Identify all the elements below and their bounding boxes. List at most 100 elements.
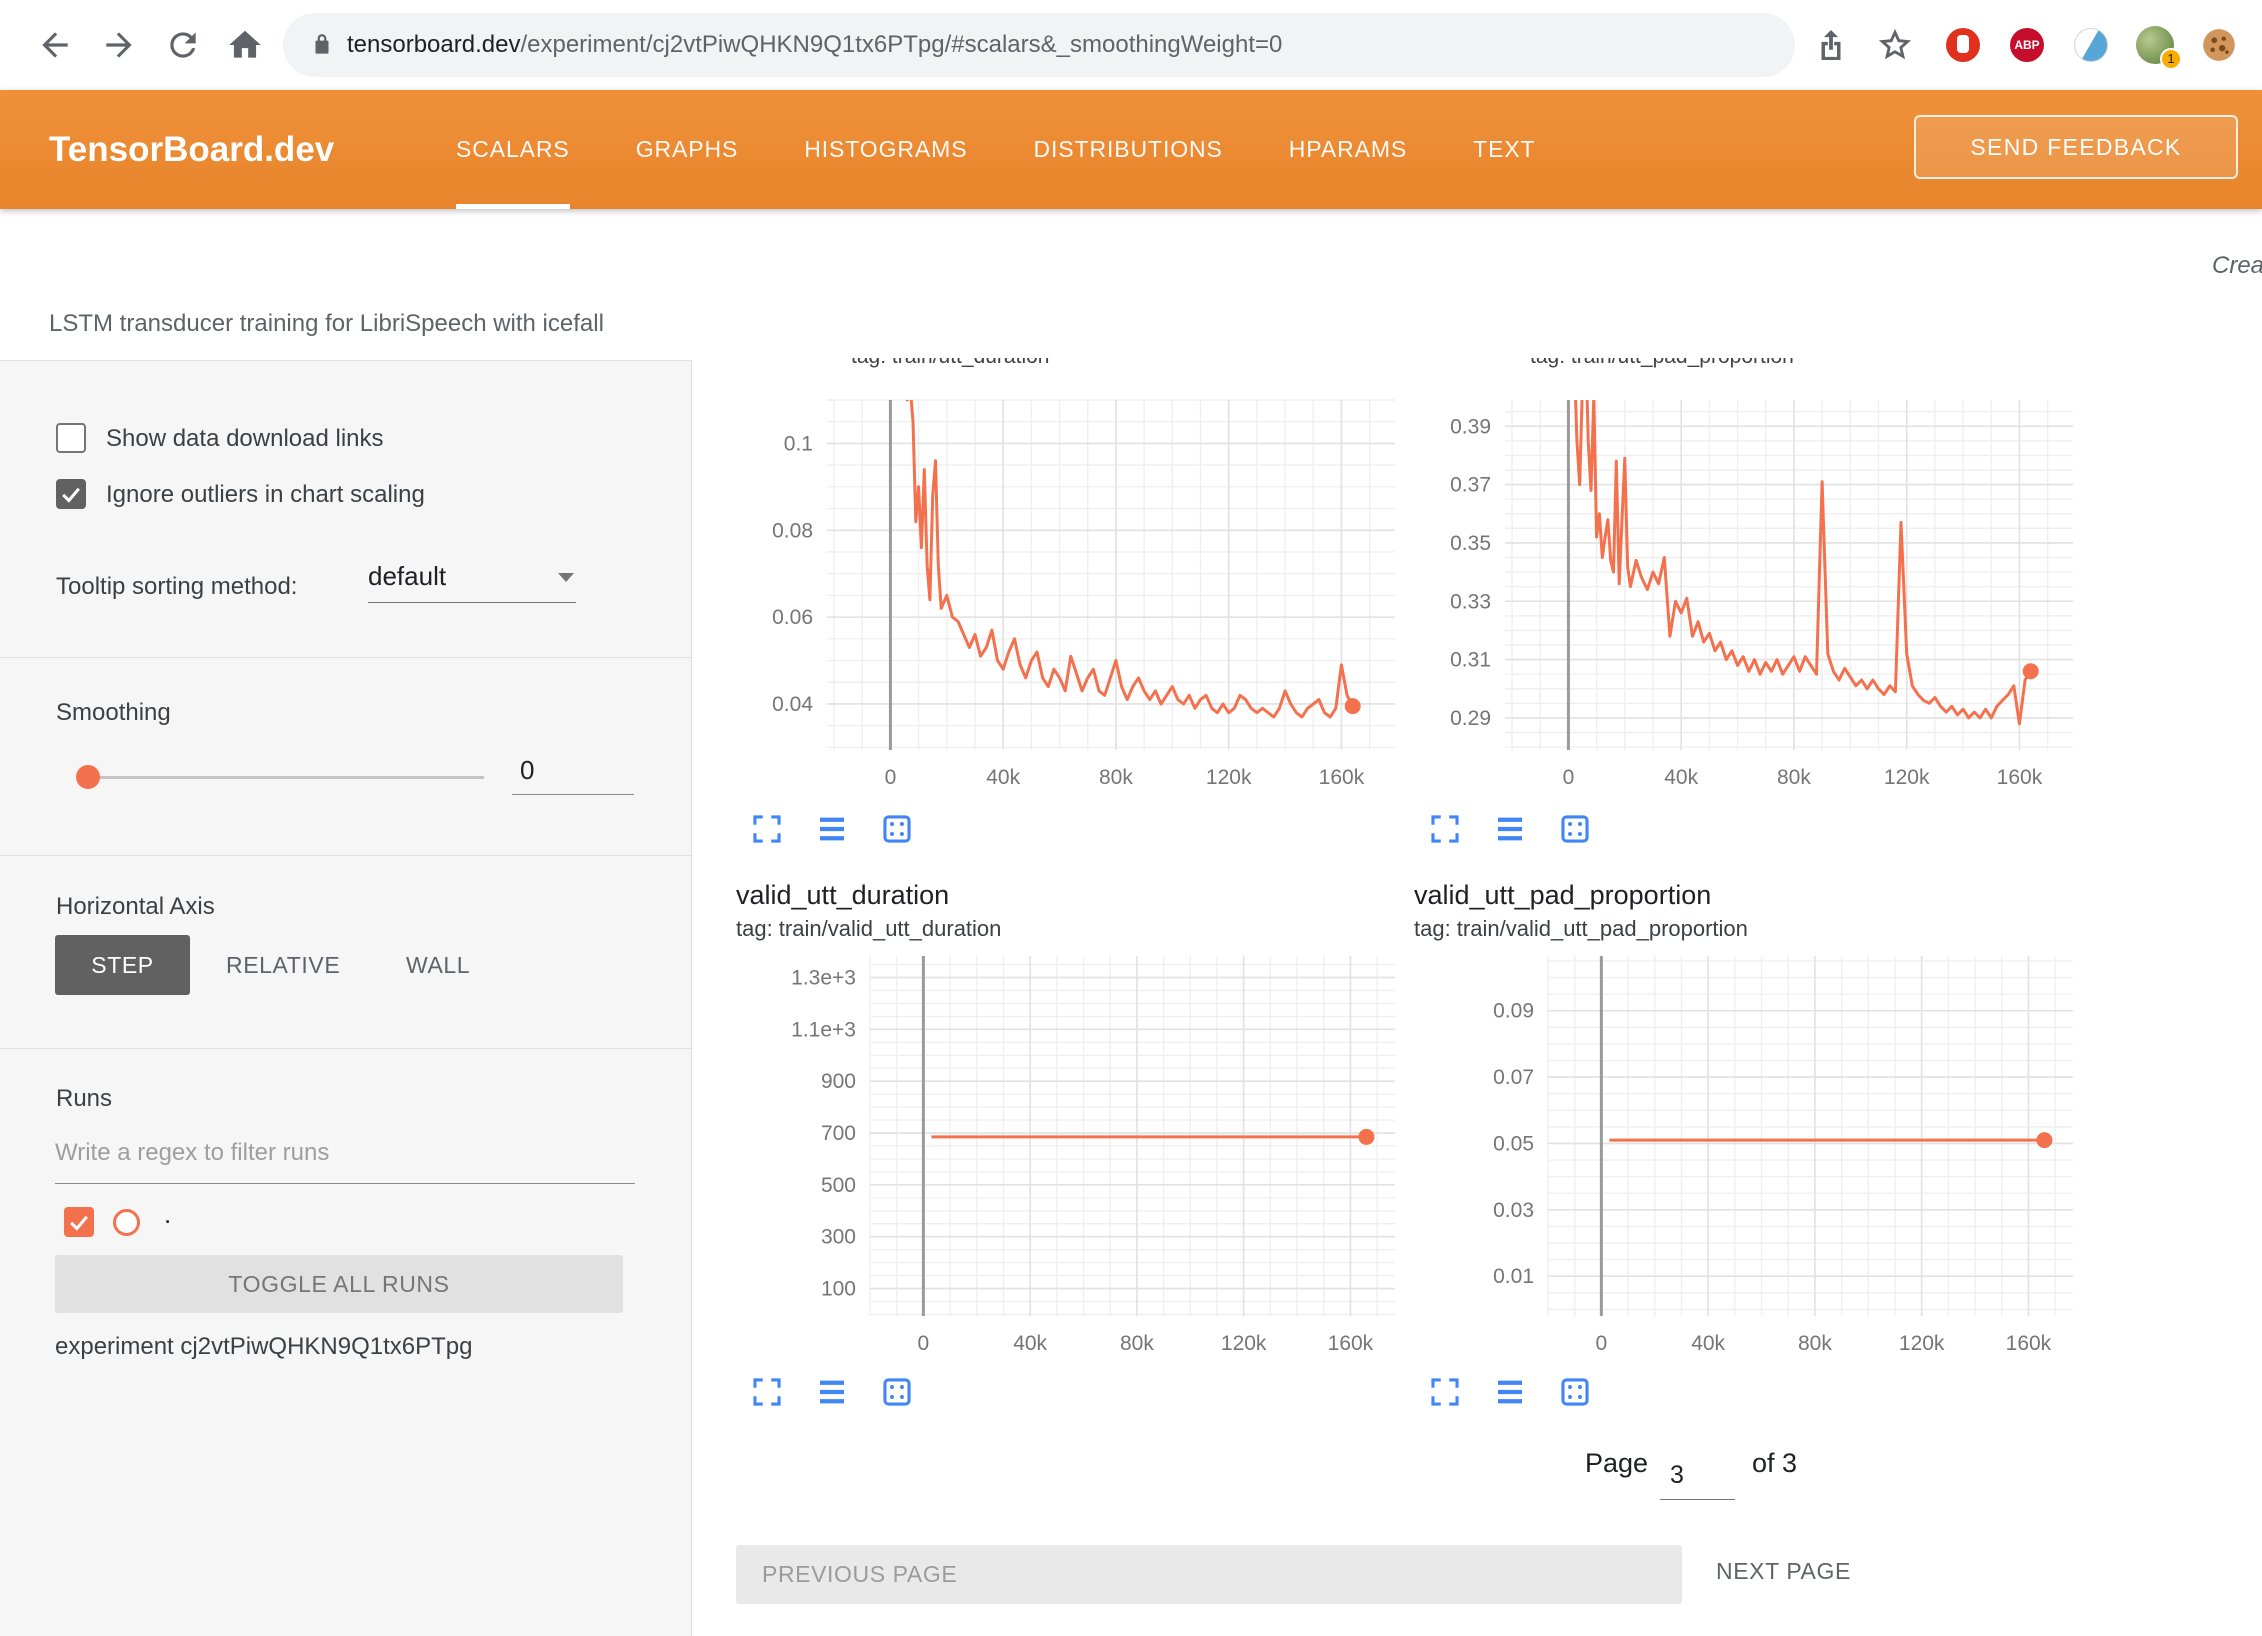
url-path: /experiment/cj2vtPiwQHKN9Q1tx6PTpg/#scal… <box>520 31 1282 58</box>
svg-text:0: 0 <box>885 766 897 789</box>
data-table-icon[interactable] <box>1493 1375 1527 1409</box>
chart-tag-cutoff: tag: train/utt_pad_proportion <box>1530 358 1870 372</box>
data-table-icon[interactable] <box>815 1375 849 1409</box>
svg-text:160k: 160k <box>1997 766 2043 789</box>
svg-text:80k: 80k <box>1099 766 1133 789</box>
page-label: Page <box>1585 1448 1648 1479</box>
expand-chart-icon[interactable] <box>750 1375 784 1409</box>
fit-domain-icon[interactable] <box>1558 812 1592 846</box>
data-table-icon[interactable] <box>815 812 849 846</box>
toggle-all-runs-button[interactable]: TOGGLE ALL RUNS <box>55 1255 623 1313</box>
chart-title: valid_utt_duration <box>736 880 949 911</box>
data-table-icon[interactable] <box>1493 812 1527 846</box>
tab-graphs[interactable]: GRAPHS <box>636 90 739 209</box>
svg-text:0: 0 <box>1563 766 1575 789</box>
svg-text:160k: 160k <box>1328 1332 1374 1355</box>
tensorboard-logo[interactable]: TensorBoard.dev <box>49 90 334 209</box>
smoothing-slider-track[interactable] <box>84 776 484 779</box>
chart-plot-utt-pad-proportion[interactable]: 040k80k120k160k0.290.310.330.350.370.39 <box>1405 372 2095 797</box>
svg-text:80k: 80k <box>1798 1332 1832 1355</box>
reload-icon[interactable] <box>164 26 202 64</box>
expand-chart-icon[interactable] <box>1428 1375 1462 1409</box>
svg-text:1.1e+3: 1.1e+3 <box>791 1018 856 1041</box>
svg-text:120k: 120k <box>1206 766 1252 789</box>
svg-text:160k: 160k <box>1319 766 1365 789</box>
smoothing-value-input[interactable] <box>512 747 634 795</box>
axis-step-button[interactable]: STEP <box>55 935 190 995</box>
svg-text:0: 0 <box>918 1332 930 1355</box>
tab-distributions[interactable]: DISTRIBUTIONS <box>1033 90 1222 209</box>
share-icon[interactable] <box>1812 26 1850 64</box>
expand-chart-icon[interactable] <box>750 812 784 846</box>
top-nav-tabs: SCALARS GRAPHS HISTOGRAMS DISTRIBUTIONS … <box>456 90 1536 209</box>
runs-filter-input[interactable] <box>55 1123 635 1184</box>
tooltip-sorting-dropdown[interactable]: default <box>368 561 576 603</box>
smoothing-slider-thumb[interactable] <box>76 765 100 789</box>
forward-icon[interactable] <box>100 26 138 64</box>
experiment-id-caption: experiment cj2vtPiwQHKN9Q1tx6PTpg <box>55 1333 473 1361</box>
tab-scalars[interactable]: SCALARS <box>456 90 570 209</box>
tooltip-sorting-label: Tooltip sorting method: <box>56 573 297 601</box>
bookmark-star-icon[interactable] <box>1876 26 1914 64</box>
url-domain: tensorboard.dev <box>347 31 520 58</box>
svg-text:700: 700 <box>821 1122 856 1145</box>
send-feedback-button[interactable]: SEND FEEDBACK <box>1914 115 2238 179</box>
ignore-outliers-checkbox[interactable] <box>56 479 86 509</box>
svg-text:0.35: 0.35 <box>1450 532 1491 555</box>
svg-text:40k: 40k <box>1691 1332 1725 1355</box>
chart-title: valid_utt_pad_proportion <box>1414 880 1711 911</box>
svg-text:120k: 120k <box>1221 1332 1267 1355</box>
axis-relative-button[interactable]: RELATIVE <box>212 935 354 995</box>
cookie-icon[interactable] <box>2200 26 2238 64</box>
expand-chart-icon[interactable] <box>1428 812 1462 846</box>
profile-avatar[interactable]: 1 <box>2136 26 2174 64</box>
adblock-extension-icon[interactable] <box>1946 28 1980 62</box>
extension-icon[interactable] <box>2074 28 2108 62</box>
runs-label: Runs <box>56 1085 112 1113</box>
svg-text:0.08: 0.08 <box>772 519 813 542</box>
svg-text:80k: 80k <box>1777 766 1811 789</box>
truncated-create-text: Crea <box>2212 252 2262 280</box>
chart-tag-cutoff: tag: train/utt_duration <box>851 358 1191 372</box>
svg-text:80k: 80k <box>1120 1332 1154 1355</box>
tab-text[interactable]: TEXT <box>1473 90 1535 209</box>
tooltip-sorting-value: default <box>368 561 446 591</box>
chart-actions <box>1428 1375 1592 1409</box>
svg-text:100: 100 <box>821 1278 856 1301</box>
svg-text:0.09: 0.09 <box>1493 1000 1534 1023</box>
home-icon[interactable] <box>226 26 264 64</box>
chart-actions <box>1428 812 1592 846</box>
svg-text:0.31: 0.31 <box>1450 649 1491 672</box>
url-text: tensorboard.dev/experiment/cj2vtPiwQHKN9… <box>347 13 1282 77</box>
svg-text:40k: 40k <box>986 766 1020 789</box>
svg-text:40k: 40k <box>1013 1332 1047 1355</box>
svg-text:40k: 40k <box>1664 766 1698 789</box>
chart-plot-valid-utt-duration[interactable]: 040k80k120k160k1003005007009001.1e+31.3e… <box>736 928 1436 1363</box>
page-number-input[interactable] <box>1660 1452 1735 1500</box>
lock-icon <box>309 32 335 58</box>
fit-domain-icon[interactable] <box>1558 1375 1592 1409</box>
chart-plot-valid-utt-pad-proportion[interactable]: 040k80k120k160k0.010.030.050.070.09 <box>1414 928 2114 1363</box>
svg-text:500: 500 <box>821 1174 856 1197</box>
run-name: . <box>164 1199 171 1230</box>
fit-domain-icon[interactable] <box>880 812 914 846</box>
run-color-swatch[interactable] <box>113 1209 140 1236</box>
svg-text:120k: 120k <box>1899 1332 1945 1355</box>
svg-text:0: 0 <box>1596 1332 1608 1355</box>
fit-domain-icon[interactable] <box>880 1375 914 1409</box>
abp-extension-icon[interactable]: ABP <box>2010 28 2044 62</box>
url-bar[interactable]: tensorboard.dev/experiment/cj2vtPiwQHKN9… <box>283 13 1795 77</box>
chart-actions <box>750 812 914 846</box>
back-icon[interactable] <box>36 26 74 64</box>
previous-page-button[interactable]: PREVIOUS PAGE <box>736 1545 1682 1604</box>
svg-text:0.37: 0.37 <box>1450 474 1491 497</box>
settings-sidebar: Show data download links Ignore outliers… <box>0 360 692 1636</box>
show-download-links-checkbox[interactable] <box>56 423 86 453</box>
chart-plot-utt-duration[interactable]: 040k80k120k160k0.040.060.080.1 <box>727 372 1417 797</box>
horizontal-axis-label: Horizontal Axis <box>56 893 215 921</box>
axis-wall-button[interactable]: WALL <box>392 935 484 995</box>
tab-hparams[interactable]: HPARAMS <box>1289 90 1407 209</box>
tab-histograms[interactable]: HISTOGRAMS <box>804 90 967 209</box>
run-checkbox[interactable] <box>64 1207 94 1237</box>
next-page-button[interactable]: NEXT PAGE <box>1716 1558 1851 1585</box>
